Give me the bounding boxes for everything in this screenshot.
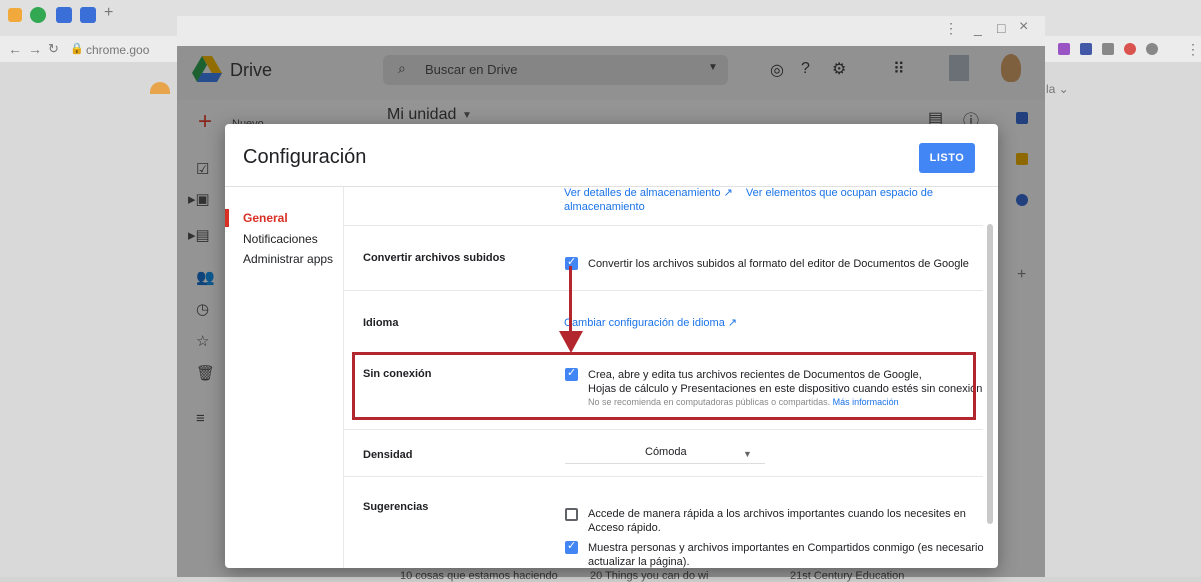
- extension-icon[interactable]: [1058, 43, 1070, 55]
- back-icon[interactable]: ←: [8, 41, 22, 57]
- annotation-arrow-head: [559, 331, 583, 353]
- shared-suggestions-text-line2: actualizar la página).: [588, 556, 690, 568]
- shared-suggestions-text-line1: Muestra personas y archivos importantes …: [588, 542, 984, 554]
- dialog-title: Configuración: [243, 146, 367, 168]
- new-tab-button[interactable]: +: [104, 4, 113, 22]
- minimize-button[interactable]: _: [974, 20, 982, 36]
- maximize-button[interactable]: □: [997, 20, 1005, 36]
- external-link-icon: ↗: [723, 187, 733, 199]
- suggestions-label: Sugerencias: [363, 501, 429, 513]
- extension-icon[interactable]: [1102, 43, 1114, 55]
- language-link-text[interactable]: Cambiar configuración de idioma: [564, 317, 725, 329]
- forward-icon[interactable]: →: [28, 41, 42, 57]
- lock-icon: 🔒: [70, 43, 84, 55]
- density-label: Densidad: [363, 449, 413, 461]
- nav-active-indicator: [225, 209, 229, 227]
- quick-access-checkbox[interactable]: [565, 508, 578, 521]
- close-button[interactable]: ×: [1019, 18, 1028, 36]
- shared-suggestions-checkbox[interactable]: [565, 539, 578, 554]
- tab-favicon-icon[interactable]: [8, 8, 22, 22]
- nav-item-manage-apps[interactable]: Administrar apps: [243, 252, 333, 266]
- row-separator: [343, 429, 983, 430]
- tab-favicon-icon[interactable]: [30, 7, 46, 23]
- quick-access-text-line2: Acceso rápido.: [588, 522, 661, 534]
- language-label: Idioma: [363, 317, 399, 329]
- quick-access-text-line1: Accede de manera rápida a los archivos i…: [588, 508, 966, 520]
- row-separator: [343, 225, 983, 226]
- address-text[interactable]: chrome.goo: [86, 43, 149, 57]
- convert-label: Convertir archivos subidos: [363, 252, 506, 264]
- extension-icon[interactable]: [1146, 43, 1158, 55]
- window-menu-icon[interactable]: ⋮: [944, 20, 958, 37]
- done-button[interactable]: LISTO: [919, 143, 975, 173]
- density-value[interactable]: Cómoda: [645, 445, 687, 459]
- annotation-highlight-box: [352, 352, 976, 420]
- extension-icon[interactable]: [1124, 43, 1136, 55]
- settings-dialog: Configuración LISTO General Notificacion…: [225, 124, 998, 568]
- row-separator: [343, 476, 983, 477]
- annotation-arrow-shaft: [569, 266, 572, 334]
- drive-window-titlebar: [177, 16, 1045, 46]
- convert-option-text: Convertir los archivos subidos al format…: [588, 258, 969, 270]
- tab-favicon-icon[interactable]: [80, 7, 96, 23]
- tab-favicon-icon[interactable]: [56, 7, 72, 23]
- browser-menu-icon[interactable]: ⋮: [1186, 41, 1200, 58]
- storage-details-link[interactable]: Ver detalles de almacenamiento: [564, 187, 721, 199]
- nav-item-notifications[interactable]: Notificaciones: [243, 232, 318, 246]
- dialog-scrollbar[interactable]: [987, 224, 993, 524]
- language-link[interactable]: Cambiar configuración de idioma ↗: [564, 316, 737, 329]
- nav-item-general[interactable]: General: [243, 211, 288, 225]
- chevron-down-icon[interactable]: ▼: [743, 449, 752, 459]
- reload-icon[interactable]: ↻: [48, 41, 59, 57]
- extension-icon[interactable]: [1080, 43, 1092, 55]
- storage-links: Ver detalles de almacenamiento ↗ Ver ele…: [564, 186, 944, 214]
- row-separator: [343, 290, 983, 291]
- outer-right-fragment: la ⌄: [1046, 82, 1069, 96]
- external-link-icon: ↗: [727, 317, 738, 329]
- nav-divider: [343, 187, 344, 568]
